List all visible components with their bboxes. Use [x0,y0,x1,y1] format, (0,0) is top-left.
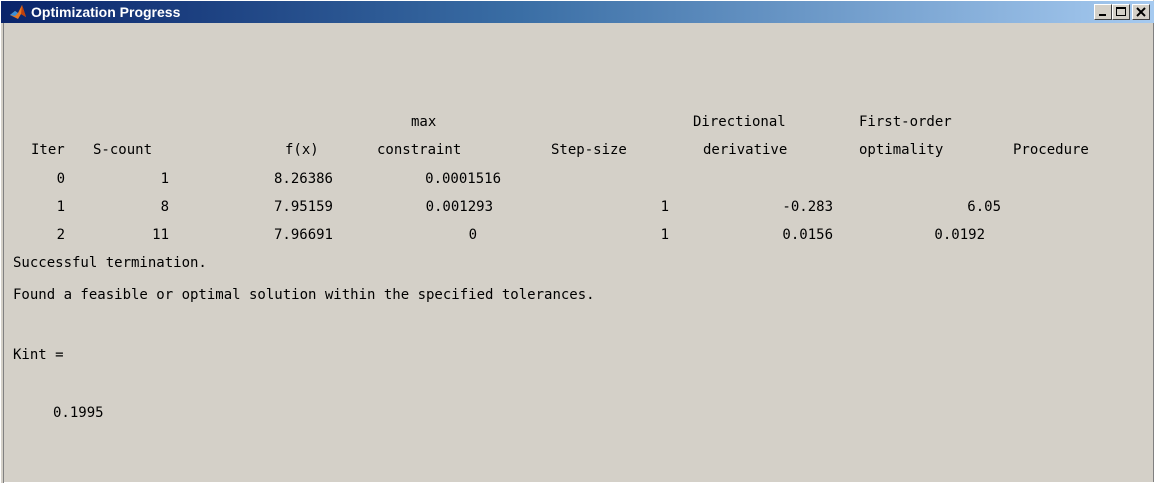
row-2-derivative: 0.0156 [782,227,833,243]
row-1-step-size: 1 [660,199,669,215]
header-max: max [411,114,437,130]
row-0-fx: 8.26386 [273,171,333,187]
optimization-progress-window: Optimization Progress max Directional Fi… [0,0,1154,483]
row-1-iter: 1 [56,199,65,215]
termination-message: Successful termination. [13,255,207,271]
header-fx: f(x) [285,142,319,158]
row-1-derivative: -0.283 [782,199,833,215]
header-iter: Iter [31,142,65,158]
row-1-optimality: 6.05 [967,199,1001,215]
close-button[interactable] [1132,4,1150,20]
row-2-step-size: 1 [660,227,669,243]
close-icon [1136,7,1146,17]
title-bar[interactable]: Optimization Progress [1,1,1154,23]
row-0-derivative [713,169,833,189]
row-1-constraint: 0.001293 [425,199,493,215]
header-first-order: First-order [859,114,952,130]
row-2-optimality: 0.0192 [934,227,985,243]
maximize-button[interactable] [1112,4,1130,20]
row-1-fx: 7.95159 [273,199,333,215]
solution-message: Found a feasible or optimal solution wit… [13,287,595,303]
row-0-constraint: 0.0001516 [425,171,501,187]
header-derivative: derivative [703,142,788,158]
row-2-iter: 2 [56,227,65,243]
output-text-area: max Directional First-order Iter S-count… [13,23,1153,483]
row-1-scount: 8 [160,199,169,215]
header-step-size: Step-size [551,142,627,158]
header-optimality: optimality [859,142,944,158]
row-0-step-size [573,169,669,189]
row-0-optimality [873,169,993,189]
row-0-iter: 0 [56,171,65,187]
header-constraint: constraint [377,142,462,158]
minimize-icon [1099,14,1106,16]
row-0-scount: 1 [160,171,169,187]
row-2-scount: 11 [152,227,169,243]
window-controls [1094,4,1150,20]
row-2-fx: 7.96691 [273,227,333,243]
header-procedure: Procedure [1013,142,1089,158]
row-2-constraint: 0 [468,227,477,243]
matlab-icon [9,3,27,21]
header-scount: S-count [93,142,153,158]
minimize-button[interactable] [1094,4,1112,20]
window-title: Optimization Progress [31,4,181,20]
result-value: 0.1995 [53,405,104,421]
maximize-icon [1116,7,1126,16]
header-directional: Directional [693,114,786,130]
window-left-border [1,23,4,483]
result-variable-label: Kint = [13,347,64,363]
